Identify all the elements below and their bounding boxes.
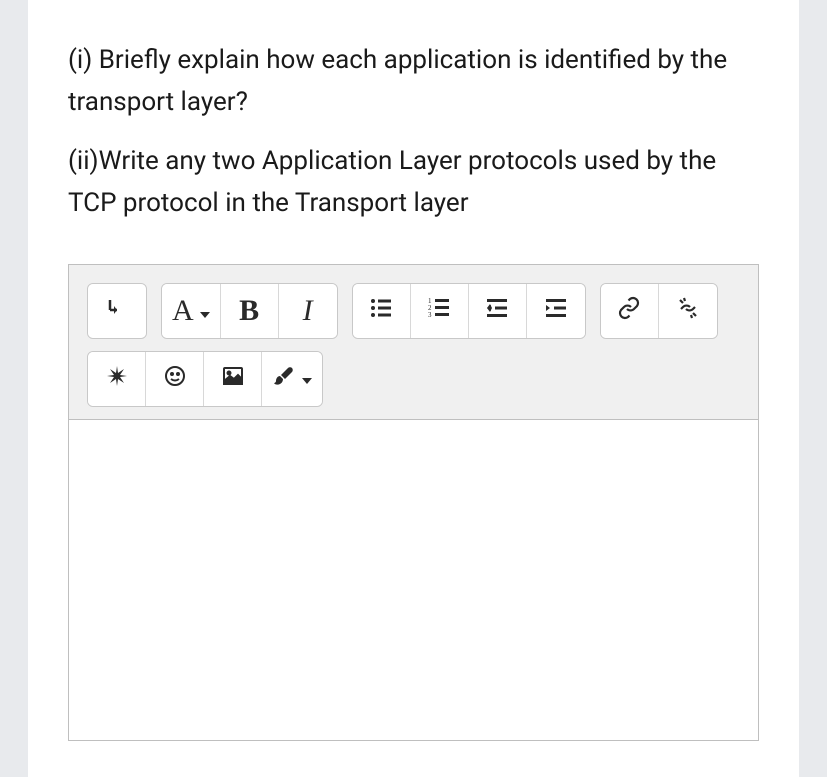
special-char-button[interactable] xyxy=(88,352,146,406)
group-links xyxy=(600,283,718,339)
bold-label: B xyxy=(239,294,259,328)
brush-icon xyxy=(272,364,296,395)
numbered-list-button[interactable]: 1 2 3 xyxy=(411,284,469,338)
brush-dropdown[interactable] xyxy=(262,352,322,406)
link-button[interactable] xyxy=(601,284,659,338)
rich-text-editor: A B I xyxy=(68,264,759,741)
question-text: (i) Briefly explain how each application… xyxy=(68,40,759,224)
page-container: (i) Briefly explain how each application… xyxy=(28,0,799,777)
chevron-down-icon xyxy=(200,294,210,328)
group-expand xyxy=(87,283,147,339)
smile-icon xyxy=(163,364,187,395)
unlink-button[interactable] xyxy=(659,284,717,338)
group-lists: 1 2 3 xyxy=(352,283,586,339)
indent-icon xyxy=(544,296,568,327)
bullet-list-button[interactable] xyxy=(353,284,411,338)
emoji-button[interactable] xyxy=(146,352,204,406)
outdent-icon xyxy=(485,296,509,327)
editor-toolbar: A B I xyxy=(69,265,758,420)
group-insert xyxy=(87,351,323,407)
expand-toolbar-button[interactable] xyxy=(88,284,146,338)
italic-label: I xyxy=(303,294,313,328)
question-part-2: (ii)Write any two Application Layer prot… xyxy=(68,141,759,224)
link-icon xyxy=(617,296,641,327)
editor-content-area[interactable] xyxy=(69,420,758,740)
image-button[interactable] xyxy=(204,352,262,406)
asterisk-icon xyxy=(105,364,129,395)
expand-icon xyxy=(105,296,129,327)
chevron-down-icon xyxy=(302,365,312,393)
image-icon xyxy=(221,364,245,395)
indent-button[interactable] xyxy=(527,284,585,338)
font-style-dropdown[interactable]: A xyxy=(162,284,221,338)
italic-button[interactable]: I xyxy=(279,284,337,338)
outdent-button[interactable] xyxy=(469,284,527,338)
bullet-list-icon xyxy=(369,296,393,327)
question-part-1: (i) Briefly explain how each application… xyxy=(68,40,759,123)
bold-button[interactable]: B xyxy=(221,284,279,338)
font-style-label: A xyxy=(172,294,194,328)
numbered-list-icon: 1 2 3 xyxy=(427,296,451,327)
unlink-icon xyxy=(676,296,700,327)
svg-text:3: 3 xyxy=(428,311,432,319)
group-text-format: A B I xyxy=(161,283,338,339)
